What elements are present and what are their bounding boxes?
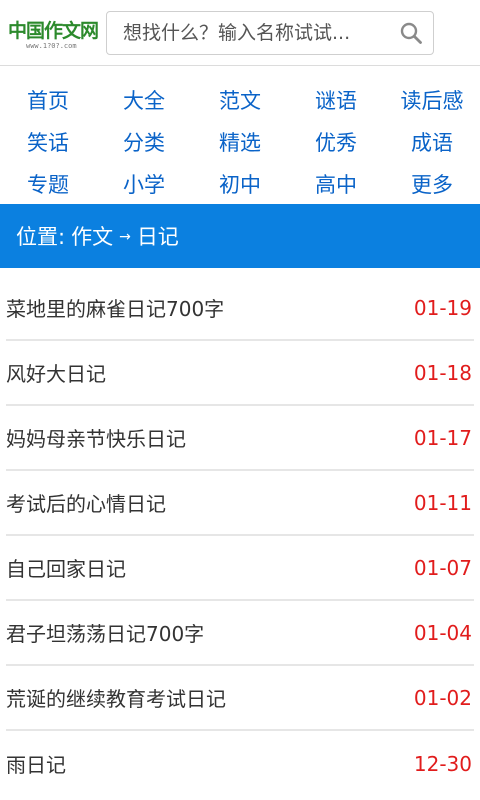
list-item[interactable]: 菜地里的麻雀日记700字 01-19 xyxy=(6,276,474,341)
header: 中国作文网 www.1?0?.com xyxy=(0,0,480,66)
list-item-date: 12-30 xyxy=(413,751,472,776)
list-item-title[interactable]: 自己回家日记 xyxy=(6,553,126,582)
nav-item-topics[interactable]: 专题 xyxy=(0,164,96,206)
site-logo[interactable]: 中国作文网 www.1?0?.com xyxy=(8,8,100,58)
nav-item-model-essays[interactable]: 范文 xyxy=(192,80,288,122)
category-nav: 首页 大全 范文 谜语 读后感 笑话 分类 精选 优秀 成语 专题 小学 初中 … xyxy=(0,66,480,204)
list-item-title[interactable]: 妈妈母亲节快乐日记 xyxy=(6,423,186,452)
breadcrumb: 位置: 作文 → 日记 xyxy=(0,204,480,268)
list-item[interactable]: 风好大日记 01-18 xyxy=(6,341,474,406)
list-item-title[interactable]: 雨日记 xyxy=(6,749,66,778)
nav-item-collection[interactable]: 大全 xyxy=(96,80,192,122)
list-item-title[interactable]: 荒诞的继续教育考试日记 xyxy=(6,683,226,712)
list-item-title[interactable]: 风好大日记 xyxy=(6,358,106,387)
nav-item-categories[interactable]: 分类 xyxy=(96,122,192,164)
list-item-date: 01-04 xyxy=(413,620,472,645)
list-item-date: 01-02 xyxy=(413,685,472,710)
list-item-date: 01-17 xyxy=(413,425,472,450)
nav-item-selected[interactable]: 精选 xyxy=(192,122,288,164)
list-item[interactable]: 妈妈母亲节快乐日记 01-17 xyxy=(6,406,474,471)
list-item[interactable]: 自己回家日记 01-07 xyxy=(6,536,474,601)
search-icon[interactable] xyxy=(399,21,423,45)
breadcrumb-current[interactable]: 日记 xyxy=(137,221,179,251)
list-item-title[interactable]: 考试后的心情日记 xyxy=(6,488,166,517)
list-item-date: 01-19 xyxy=(413,295,472,320)
logo-text: 中国作文网 xyxy=(8,19,99,42)
nav-item-junior-high[interactable]: 初中 xyxy=(192,164,288,206)
article-list: 菜地里的麻雀日记700字 01-19 风好大日记 01-18 妈妈母亲节快乐日记… xyxy=(6,276,474,796)
nav-item-idioms[interactable]: 成语 xyxy=(384,122,480,164)
list-item-date: 01-11 xyxy=(413,490,472,515)
logo-url: www.1?0?.com xyxy=(26,41,77,50)
list-item-date: 01-18 xyxy=(413,360,472,385)
nav-item-jokes[interactable]: 笑话 xyxy=(0,122,96,164)
search-input[interactable] xyxy=(123,21,399,44)
list-item[interactable]: 荒诞的继续教育考试日记 01-02 xyxy=(6,666,474,731)
nav-item-primary[interactable]: 小学 xyxy=(96,164,192,206)
nav-item-senior-high[interactable]: 高中 xyxy=(288,164,384,206)
nav-item-riddles[interactable]: 谜语 xyxy=(288,80,384,122)
nav-item-reflections[interactable]: 读后感 xyxy=(384,80,480,122)
list-item-title[interactable]: 君子坦荡荡日记700字 xyxy=(6,618,204,647)
list-item[interactable]: 考试后的心情日记 01-11 xyxy=(6,471,474,536)
nav-item-home[interactable]: 首页 xyxy=(0,80,96,122)
list-item-date: 01-07 xyxy=(413,555,472,580)
list-item[interactable]: 君子坦荡荡日记700字 01-04 xyxy=(6,601,474,666)
breadcrumb-link-essay[interactable]: 作文 xyxy=(71,221,113,251)
nav-item-excellent[interactable]: 优秀 xyxy=(288,122,384,164)
breadcrumb-prefix: 位置: xyxy=(16,225,66,249)
list-item[interactable]: 雨日记 12-30 xyxy=(6,731,474,796)
breadcrumb-arrow-icon: → xyxy=(119,229,131,245)
list-item-title[interactable]: 菜地里的麻雀日记700字 xyxy=(6,293,224,322)
search-box[interactable] xyxy=(106,10,434,55)
nav-item-more[interactable]: 更多 xyxy=(384,164,480,206)
